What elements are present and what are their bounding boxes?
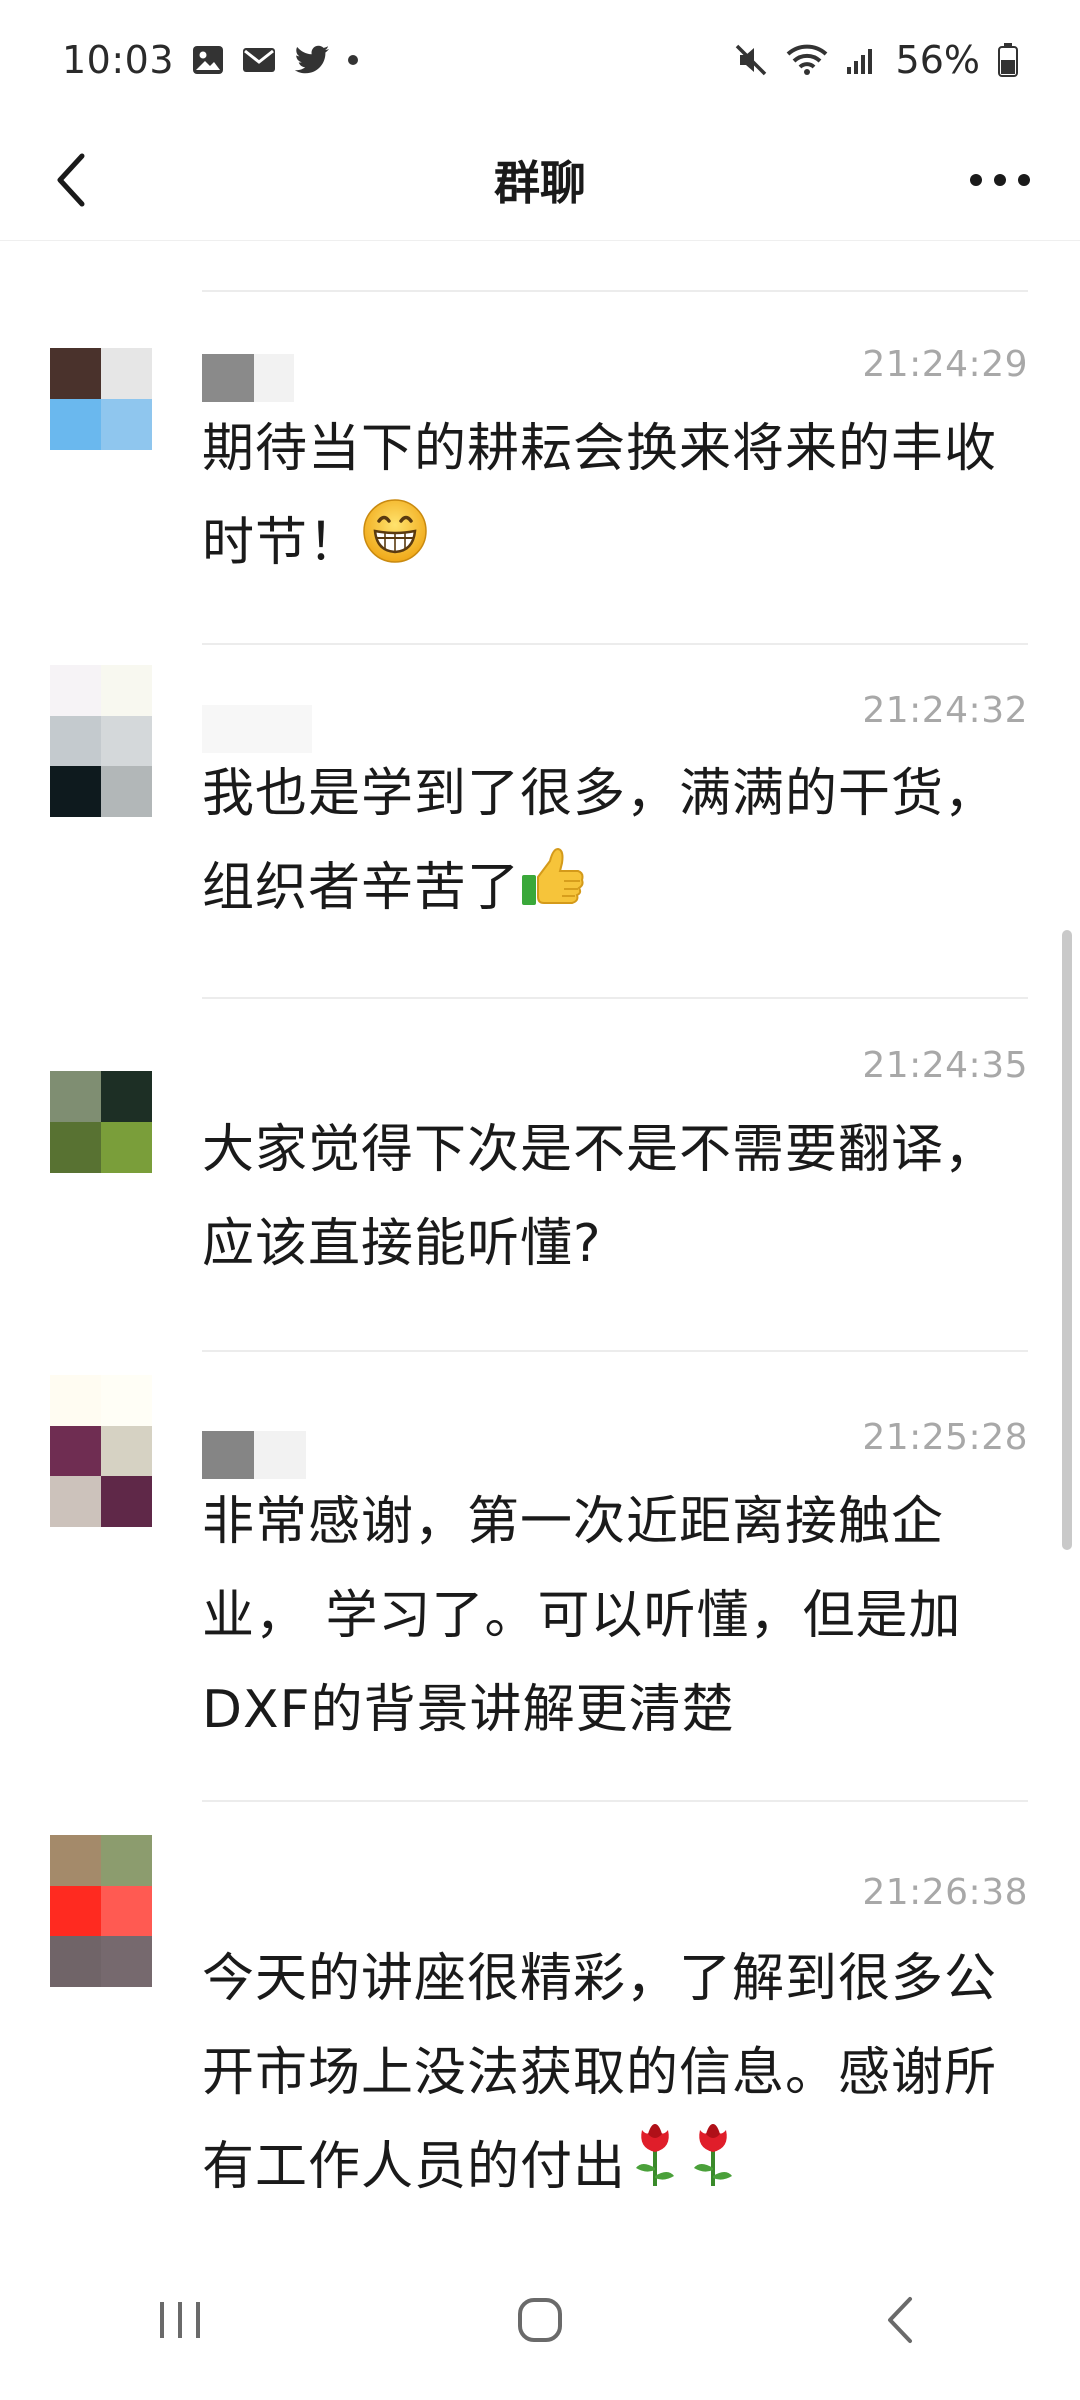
back-nav-button[interactable] <box>850 2270 950 2370</box>
sender-name-blurred[interactable] <box>202 705 312 753</box>
message-divider <box>202 290 1028 292</box>
chat-header: 群聊 <box>0 120 1080 240</box>
chat-message: 21:24:32 我也是学到了很多，满满的干货，组织者辛苦了 <box>0 665 1080 965</box>
message-time: 21:25:28 <box>862 1417 1028 1458</box>
message-content: 非常感谢，第一次近距离接触企业， 学习了。可以听懂，但是加DXF的背景讲解更清楚 <box>202 1492 962 1740</box>
message-divider <box>202 1350 1028 1352</box>
status-right: 56% <box>734 38 1018 82</box>
dot-icon <box>348 55 359 65</box>
message-text[interactable]: 非常感谢，第一次近距离接触企业， 学习了。可以听懂，但是加DXF的背景讲解更清楚 <box>202 1475 1028 1757</box>
signal-icon <box>846 45 878 75</box>
mute-icon <box>734 43 768 77</box>
page-title: 群聊 <box>494 156 586 210</box>
avatar[interactable] <box>50 1071 152 1173</box>
message-content: 今天的讲座很精彩，了解到很多公开市场上没法获取的信息。感谢所有工作人员的付出 <box>202 1949 998 2197</box>
chat-message: 21:24:35 大家觉得下次是不是不需要翻译，应该直接能听懂? <box>0 1020 1080 1320</box>
home-icon <box>518 2298 562 2342</box>
thumbs-up-icon <box>520 843 586 939</box>
chat-message: 21:26:38 今天的讲座很精彩，了解到很多公开市场上没法获取的信息。感谢所有… <box>0 1830 1080 2230</box>
message-time: 21:24:32 <box>862 690 1028 731</box>
status-left: 10:03 <box>62 38 359 82</box>
message-time: 21:24:29 <box>862 344 1028 385</box>
recent-apps-icon <box>160 2302 200 2338</box>
message-divider <box>202 1800 1028 1802</box>
sender-name-blurred[interactable] <box>202 1431 306 1479</box>
message-text[interactable]: 期待当下的耕耘会换来将来的丰收时节！ <box>202 402 1028 595</box>
message-time: 21:24:35 <box>862 1045 1028 1086</box>
twitter-icon <box>294 45 330 75</box>
message-time: 21:26:38 <box>862 1872 1028 1913</box>
avatar[interactable] <box>50 348 152 450</box>
chat-message: 21:24:29 期待当下的耕耘会换来将来的丰收时节！ <box>0 330 1080 580</box>
recent-apps-button[interactable] <box>130 2270 230 2370</box>
chat-message: 21:25:28 非常感谢，第一次近距离接触企业， 学习了。可以听懂，但是加DX… <box>0 1375 1080 1775</box>
home-button[interactable] <box>490 2270 590 2370</box>
avatar[interactable] <box>50 1835 152 1987</box>
message-text[interactable]: 今天的讲座很精彩，了解到很多公开市场上没法获取的信息。感谢所有工作人员的付出 <box>202 1932 1028 2220</box>
grinning-face-icon <box>361 497 429 595</box>
scrollbar[interactable] <box>1062 930 1072 1550</box>
message-divider <box>202 643 1028 645</box>
avatar[interactable] <box>50 665 152 817</box>
status-bar: 10:03 56% <box>0 0 1080 120</box>
message-text[interactable]: 我也是学到了很多，满满的干货，组织者辛苦了 <box>202 747 1028 939</box>
system-nav-bar <box>0 2240 1080 2400</box>
sender-name-blurred[interactable] <box>202 354 294 402</box>
chat-message-list[interactable]: 21:24:29 期待当下的耕耘会换来将来的丰收时节！ 21:24:32 我也是… <box>0 240 1080 2240</box>
rose-icon <box>684 2120 742 2220</box>
back-chevron-icon <box>57 153 85 207</box>
more-dots-icon <box>970 174 1030 186</box>
avatar[interactable] <box>50 1375 152 1527</box>
gallery-icon <box>192 45 224 75</box>
status-time: 10:03 <box>62 38 175 82</box>
message-content: 大家觉得下次是不是不需要翻译，应该直接能听懂? <box>202 1120 998 1274</box>
message-divider <box>202 997 1028 999</box>
rose-icon <box>626 2120 684 2220</box>
message-text[interactable]: 大家觉得下次是不是不需要翻译，应该直接能听懂? <box>202 1103 1028 1291</box>
battery-percent: 56% <box>895 38 980 82</box>
more-button[interactable] <box>960 148 1040 212</box>
message-content: 我也是学到了很多，满满的干货，组织者辛苦了 <box>202 764 998 918</box>
back-button[interactable] <box>40 148 104 212</box>
message-content: 期待当下的耕耘会换来将来的丰收时节！ <box>202 419 998 573</box>
wifi-icon <box>786 44 828 76</box>
back-nav-icon <box>888 2297 912 2343</box>
battery-icon <box>998 43 1018 77</box>
mail-icon <box>242 47 276 73</box>
